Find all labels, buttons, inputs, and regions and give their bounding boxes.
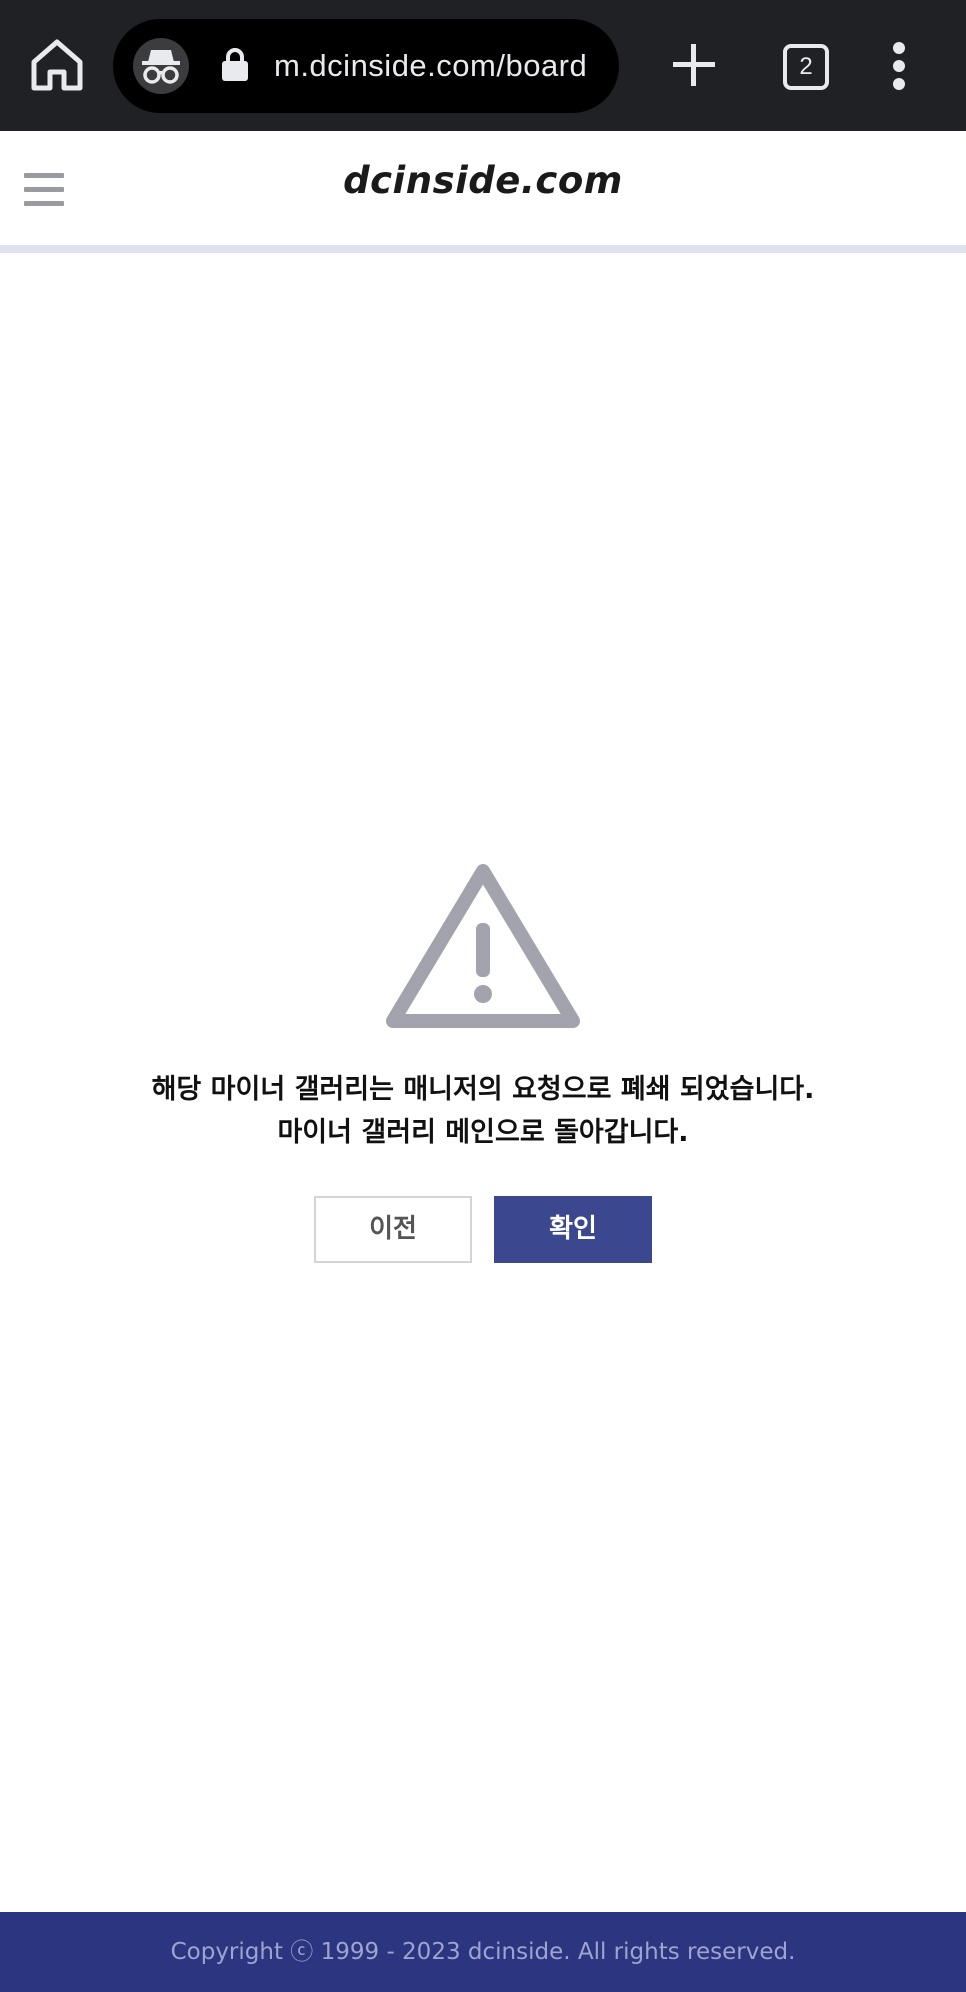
tabs-icon[interactable]: 2 (783, 44, 829, 90)
site-header: dcinside.com (0, 131, 966, 253)
plus-icon[interactable] (669, 40, 719, 90)
home-icon[interactable] (26, 34, 88, 96)
more-vert-icon[interactable] (884, 42, 914, 90)
footer: Copyright ⓒ 1999 - 2023 dcinside. All ri… (0, 1912, 966, 1992)
site-logo[interactable]: dcinside.com (0, 159, 966, 202)
lock-icon (221, 48, 249, 86)
copyright-text: Copyright ⓒ 1999 - 2023 dcinside. All ri… (170, 1939, 796, 1965)
message-line-2: 마이너 갤러리 메인으로 돌아갑니다. (277, 1117, 689, 1148)
message-line-1: 해당 마이너 갤러리는 매니저의 요청으로 폐쇄 되었습니다. (151, 1074, 815, 1105)
prev-button[interactable]: 이전 (314, 1196, 472, 1263)
confirm-button[interactable]: 확인 (494, 1196, 652, 1263)
browser-toolbar: m.dcinside.com/board 2 (0, 0, 966, 131)
url-text[interactable]: m.dcinside.com/board (274, 44, 609, 88)
tab-count: 2 (799, 53, 813, 80)
warning-triangle-icon (383, 861, 583, 1033)
closure-message: 해당 마이너 갤러리는 매니저의 요청으로 폐쇄 되었습니다. 마이너 갤러리 … (0, 1068, 966, 1154)
incognito-icon (133, 38, 189, 94)
address-bar[interactable]: m.dcinside.com/board (113, 19, 619, 113)
